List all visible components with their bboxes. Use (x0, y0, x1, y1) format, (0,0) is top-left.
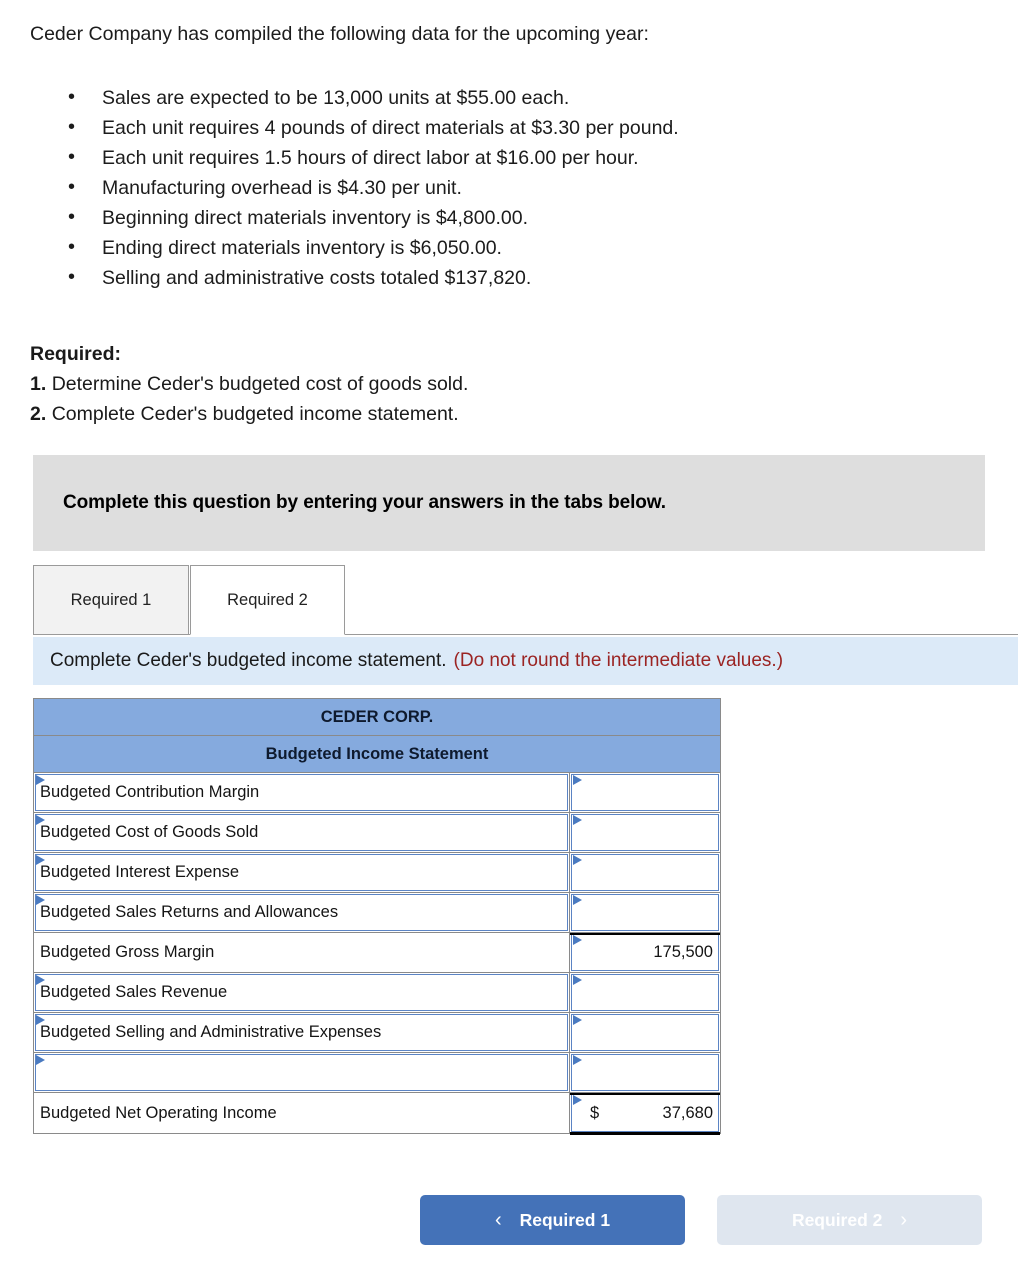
fact-item: Each unit requires 1.5 hours of direct l… (68, 142, 1018, 173)
instruction-bar: Complete Ceder's budgeted income stateme… (33, 637, 1018, 686)
dropdown-triangle-icon (36, 1055, 45, 1066)
dropdown-triangle-icon (573, 1095, 582, 1106)
tab-required-1-label: Required 1 (70, 590, 152, 609)
row-account-dropdown[interactable]: Budgeted Sales Revenue (34, 973, 570, 1013)
dropdown-frame (35, 1054, 568, 1092)
tab-required-1[interactable]: Required 1 (33, 565, 189, 636)
dropdown-triangle-icon (573, 1015, 582, 1026)
table-row: Budgeted Gross Margin 175,500 (34, 933, 720, 974)
dropdown-triangle-icon (573, 815, 582, 826)
dropdown-triangle-icon (573, 1055, 582, 1066)
row-label-text: Budgeted Sales Revenue (40, 983, 228, 1002)
input-frame (571, 1054, 719, 1092)
fact-item: Manufacturing overhead is $4.30 per unit… (68, 172, 1018, 203)
table-title-statement: Budgeted Income Statement (34, 736, 720, 774)
prev-required-1-button[interactable]: ‹ Required 1 (420, 1195, 685, 1245)
fact-item: Sales are expected to be 13,000 units at… (68, 82, 1018, 113)
row-account-dropdown[interactable]: Budgeted Contribution Margin (34, 773, 570, 813)
dropdown-triangle-icon (573, 895, 582, 906)
required-item-2-number: 2. (30, 403, 47, 426)
row-amount-input[interactable] (570, 853, 720, 893)
intro-paragraph: Ceder Company has compiled the following… (30, 23, 649, 45)
fact-item: Each unit requires 4 pounds of direct ma… (68, 112, 1018, 143)
row-label-text: Budgeted Contribution Margin (40, 783, 260, 802)
next-button-label: Required 2 (791, 1209, 883, 1230)
input-frame (571, 894, 719, 932)
required-heading: Required: (30, 343, 122, 366)
table-row: Budgeted Net Operating Income $37,680 (34, 1093, 720, 1136)
dropdown-triangle-icon (573, 855, 582, 866)
instruction-note: (Do not round the intermediate values.) (453, 650, 784, 672)
pager-controls: ‹ Required 1 Required 2 › (420, 1195, 982, 1245)
facts-list: Sales are expected to be 13,000 units at… (0, 82, 1018, 293)
input-frame (571, 814, 719, 852)
row-label-text: Budgeted Selling and Administrative Expe… (40, 1023, 382, 1042)
row-amount-input[interactable] (570, 893, 720, 933)
dropdown-triangle-icon (573, 935, 582, 946)
row-amount-input[interactable] (570, 973, 720, 1013)
table-row: Budgeted Selling and Administrative Expe… (34, 1013, 720, 1054)
required-item-2-text: Complete Ceder's budgeted income stateme… (51, 403, 459, 426)
row-amount-input[interactable] (570, 1013, 720, 1053)
row-amount-input[interactable] (570, 1053, 720, 1093)
input-frame (571, 974, 719, 1012)
table-row: Budgeted Sales Revenue (34, 973, 720, 1014)
table-title-company: CEDER CORP. (34, 698, 720, 737)
question-banner: Complete this question by entering your … (33, 455, 985, 552)
fact-item: Beginning direct materials inventory is … (68, 202, 1018, 233)
tab-required-2-label: Required 2 (227, 590, 308, 609)
prev-button-label: Required 1 (519, 1209, 611, 1230)
required-block: Required: 1. Determine Ceder's budgeted … (0, 339, 1018, 429)
budgeted-income-statement-table: CEDER CORP. Budgeted Income Statement Bu… (33, 698, 721, 1136)
input-frame (571, 1014, 719, 1052)
row-label-text: Budgeted Interest Expense (40, 863, 240, 882)
required-item-2: 2. Complete Ceder's budgeted income stat… (30, 399, 1018, 429)
row-account-dropdown[interactable] (34, 1053, 570, 1093)
row-amount-input[interactable]: 175,500 (570, 933, 720, 973)
row-label-text: Budgeted Gross Margin (40, 943, 215, 962)
tab-strip: Required 1 Required 2 (33, 565, 1018, 637)
row-amount-text: 37,680 (662, 1103, 713, 1122)
table-row: Budgeted Cost of Goods Sold (34, 813, 720, 854)
required-item-1: 1. Determine Ceder's budgeted cost of go… (30, 369, 1018, 399)
row-amount-input[interactable] (570, 813, 720, 853)
row-account-dropdown[interactable]: Budgeted Cost of Goods Sold (34, 813, 570, 853)
row-label-text: Budgeted Sales Returns and Allowances (40, 903, 339, 922)
table-row: Budgeted Interest Expense (34, 853, 720, 894)
fact-item: Selling and administrative costs totaled… (68, 262, 1018, 293)
required-item-1-number: 1. (30, 373, 47, 396)
row-label-text: Budgeted Cost of Goods Sold (40, 823, 259, 842)
row-account-label: Budgeted Gross Margin (34, 933, 570, 973)
input-frame (571, 774, 719, 812)
required-item-1-text: Determine Ceder's budgeted cost of goods… (51, 373, 469, 396)
row-account-dropdown[interactable]: Budgeted Interest Expense (34, 853, 570, 893)
row-account-dropdown[interactable]: Budgeted Selling and Administrative Expe… (34, 1013, 570, 1053)
table-row: Budgeted Sales Returns and Allowances (34, 893, 720, 934)
dropdown-triangle-icon (573, 775, 582, 786)
dropdown-triangle-icon (573, 975, 582, 986)
row-amount-text: 175,500 (653, 943, 713, 962)
chevron-left-icon: ‹ (494, 1208, 502, 1231)
table-row (34, 1053, 720, 1094)
question-banner-text: Complete this question by entering your … (63, 492, 666, 514)
tab-underline (33, 634, 1018, 636)
tab-required-2[interactable]: Required 2 (190, 565, 345, 636)
row-account-label: Budgeted Net Operating Income (34, 1093, 570, 1134)
next-required-2-button[interactable]: Required 2 › (717, 1195, 982, 1245)
currency-symbol: $ (590, 1103, 600, 1122)
instruction-text: Complete Ceder's budgeted income stateme… (50, 650, 447, 672)
row-amount-input[interactable] (570, 773, 720, 813)
input-frame (571, 854, 719, 892)
row-label-text: Budgeted Net Operating Income (40, 1103, 277, 1122)
chevron-right-icon: › (900, 1208, 908, 1231)
fact-item: Ending direct materials inventory is $6,… (68, 232, 1018, 263)
row-amount-input[interactable]: $37,680 (570, 1093, 720, 1136)
table-row: Budgeted Contribution Margin (34, 773, 720, 814)
row-account-dropdown[interactable]: Budgeted Sales Returns and Allowances (34, 893, 570, 933)
